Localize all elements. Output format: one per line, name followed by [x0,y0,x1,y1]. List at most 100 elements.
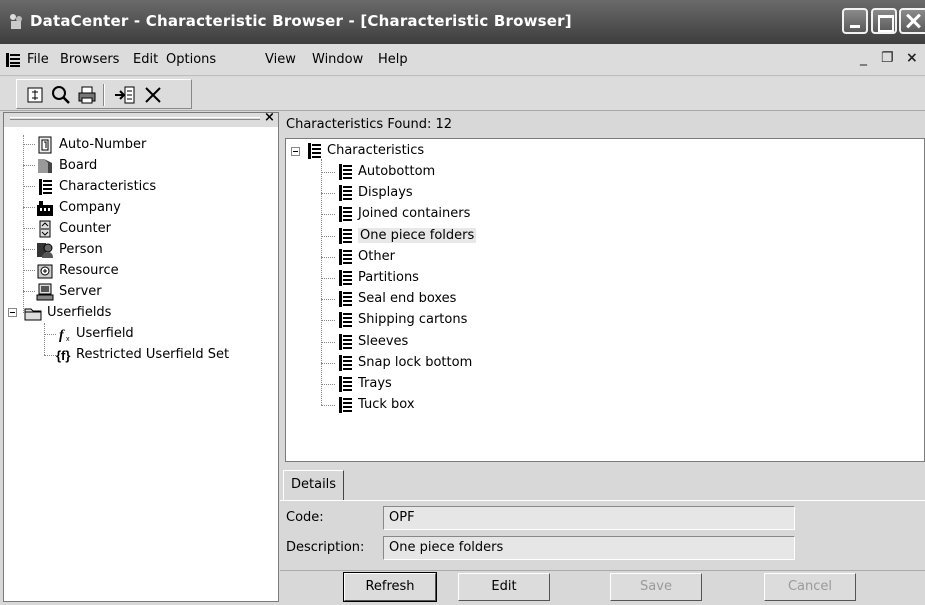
characteristic-icon [339,164,352,180]
menu-browsers[interactable]: Browsers [60,52,119,67]
result-item-label: Trays [358,376,392,391]
result-item-label: Autobottom [358,164,436,179]
tree-item-label: Server [59,284,102,299]
tree-connector [321,384,335,385]
server-icon [36,283,54,301]
person-icon [37,243,53,258]
result-item-label: Partitions [358,270,419,285]
tree-connector [321,193,335,195]
results-count-label: Characteristics Found: 12 [286,117,453,132]
search-icon[interactable] [49,83,73,107]
characteristic-icon [339,270,352,286]
tree-connector [321,362,335,364]
tree-connector [23,291,35,292]
tab-divider [280,500,925,501]
tree-item-label: Userfields [47,305,112,320]
pane-grip[interactable] [10,117,260,120]
folder-icon [24,308,42,321]
result-item-label: Snap lock bottom [358,354,473,370]
tree-item-label: Company [59,200,121,215]
svg-text:{f}: {f} [56,348,70,363]
description-label: Description: [286,540,365,555]
menu-options[interactable]: Options [166,52,216,67]
insert-icon[interactable] [113,83,137,107]
tree-connector [23,228,35,229]
action-buttons-bar: Refresh Edit Save Cancel [280,570,925,605]
tree-connector [44,355,56,356]
menu-edit[interactable]: Edit [133,52,158,67]
tree-connector [23,249,35,250]
maximize-button[interactable] [871,8,897,34]
app-icon [10,14,22,29]
tree-connector [23,207,35,208]
tree-connector [23,186,35,187]
toolbar [0,77,925,111]
mdi-close-button[interactable]: × [906,50,918,66]
menu-file[interactable]: File [27,52,49,67]
tree-connector [44,334,56,335]
tree-connector [321,214,335,216]
characteristics-icon [39,179,52,195]
characteristics-expander[interactable] [291,147,300,156]
pane-header: × [4,110,278,127]
refresh-button[interactable]: Refresh [343,572,437,602]
cancel-button[interactable]: Cancel [764,573,856,601]
characteristic-icon [339,312,352,329]
tree-item-label: Auto-Number [59,137,147,152]
result-item-label: Other [358,248,395,264]
tree-connector [23,270,35,271]
tree-item-label: Restricted Userfield Set [76,347,230,362]
save-button[interactable]: Save [610,573,702,601]
characteristic-icon [339,333,352,350]
browser-list-pane: × Auto-Number Board Characteristics Comp… [3,110,279,602]
code-label: Code: [286,510,324,525]
tree-connector [321,320,335,322]
tree-item-label: Counter [59,221,111,236]
pane-close-button[interactable]: × [264,110,275,125]
tree-connector [321,299,335,301]
tree-item-label: Person [59,242,103,257]
mdi-restore-button[interactable]: ❐ [881,50,894,66]
counter-icon [39,220,51,238]
tree-connector [321,341,335,343]
tree-item-label: Resource [59,263,119,278]
tree-connector [321,235,335,237]
characteristic-icon [339,185,352,202]
company-icon [37,201,53,216]
auto-number-icon [38,136,52,154]
tree-item-label: Board [59,158,98,173]
board-icon [38,159,52,173]
resource-icon [37,264,53,279]
tree-connector [321,172,335,173]
tree-connector [23,165,35,166]
tab-details[interactable]: Details [283,470,345,500]
userfield-icon: fx [59,328,70,343]
userfield-set-icon: {f} [56,348,70,363]
close-button[interactable] [899,8,925,34]
characteristic-icon [339,291,352,308]
userfields-expander[interactable] [8,308,17,317]
edit-button[interactable]: Edit [458,573,550,601]
mdi-minimize-button[interactable]: _ [860,50,867,66]
document-icon [6,53,20,67]
svg-text:x: x [66,336,70,343]
menu-view[interactable]: View [265,52,296,67]
results-tree: Characteristics Autobottom Displays Joined… [285,138,925,462]
tree-connector [321,159,322,405]
menu-help[interactable]: Help [378,52,408,67]
characteristics-icon [308,143,321,159]
refresh-icon[interactable] [23,83,47,107]
print-icon[interactable] [75,83,99,107]
characteristic-icon [339,248,352,265]
result-item-label: Tuck box [358,397,415,413]
code-field[interactable]: OPF [383,506,795,530]
tree-connector [321,256,335,258]
tree-item-label: Userfield [76,326,134,341]
characteristic-icon [339,354,352,371]
menu-window[interactable]: Window [312,52,363,67]
minimize-button[interactable] [842,8,868,34]
tree-item-label: Characteristics [327,143,425,158]
svg-text:f: f [59,328,65,343]
description-field[interactable]: One piece folders [383,536,795,560]
delete-icon[interactable] [141,83,165,107]
